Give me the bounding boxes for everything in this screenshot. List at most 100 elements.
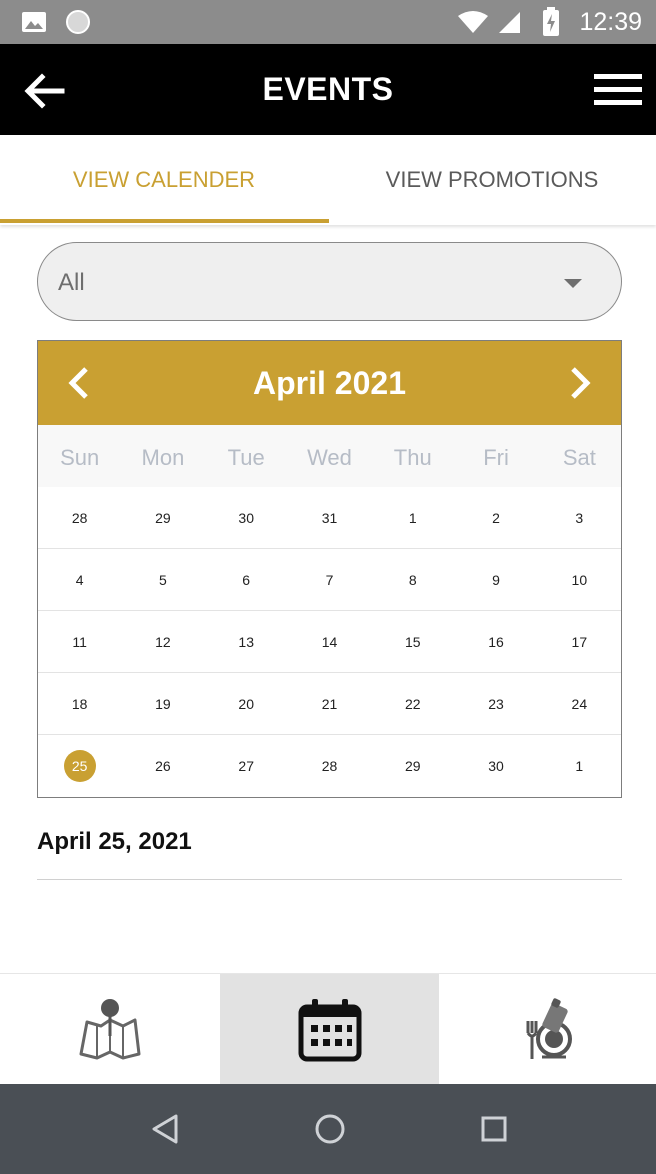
calendar-icon [298,998,361,1061]
calendar-day[interactable]: 18 [38,673,121,735]
calendar-week: 4 5 6 7 8 9 10 [38,549,621,611]
divider [37,879,622,880]
calendar-day[interactable]: 9 [454,549,537,611]
next-month-button[interactable] [565,365,595,401]
calendar-week: 28 29 30 31 1 2 3 [38,487,621,549]
tab-view-calendar[interactable]: VIEW CALENDER [0,135,328,225]
weekday-label: Thu [393,445,432,470]
day-number: 9 [492,572,500,588]
calendar-day[interactable]: 26 [121,735,204,797]
weekday-label: Wed [307,445,352,470]
calendar-day[interactable]: 14 [288,611,371,673]
weekday-label: Mon [141,445,185,470]
chevron-right-icon [571,367,591,399]
calendar-day[interactable]: 20 [205,673,288,735]
map-pin-icon [79,998,141,1059]
day-number: 23 [488,696,504,712]
calendar-day[interactable]: 28 [288,735,371,797]
weekday-label: Fri [483,445,509,470]
system-back-button[interactable] [145,1109,185,1149]
tab-view-promotions[interactable]: VIEW PROMOTIONS [328,135,656,225]
calendar-day[interactable]: 5 [121,549,204,611]
calendar-day-selected[interactable]: 25 [38,735,121,797]
system-home-button[interactable] [310,1109,350,1149]
menu-button[interactable] [594,72,642,108]
circle-notification-icon [64,0,92,44]
category-dropdown[interactable]: All [37,242,622,321]
calendar-day[interactable]: 15 [371,611,454,673]
bottom-navigation [0,973,656,1085]
calendar-day[interactable]: 16 [454,611,537,673]
calendar-day[interactable]: 3 [538,487,621,549]
calendar-day[interactable]: 19 [121,673,204,735]
calendar: April 2021 Sun Mon Tue Wed Thu Fri Sat 2… [37,340,622,798]
day-number: 30 [488,758,504,774]
day-number: 31 [321,510,338,526]
calendar-day[interactable]: 30 [454,735,537,797]
nav-map-button[interactable] [0,974,220,1085]
day-number: 15 [404,634,421,650]
calendar-day[interactable]: 11 [38,611,121,673]
calendar-day[interactable]: 27 [205,735,288,797]
day-number: 28 [71,510,88,526]
day-number: 29 [155,510,171,526]
calendar-month-title: April 2021 [253,365,406,401]
back-triangle-icon [152,1114,178,1144]
day-number: 6 [242,572,251,588]
day-number: 4 [75,572,84,588]
calendar-header: April 2021 [38,341,621,425]
calendar-day[interactable]: 1 [371,487,454,549]
day-number: 24 [571,696,588,712]
day-number: 13 [238,634,254,650]
weekday-label: Sat [562,445,596,470]
calendar-day[interactable]: 10 [538,549,621,611]
dining-icon [526,997,572,1059]
nav-dining-button[interactable] [439,974,656,1085]
tab-bar: VIEW CALENDER VIEW PROMOTIONS [0,135,656,225]
app-bar: EVENTS [0,44,656,135]
calendar-day[interactable]: 22 [371,673,454,735]
calendar-day[interactable]: 2 [454,487,537,549]
nav-calendar-button[interactable] [220,974,439,1085]
home-circle-icon [315,1114,345,1144]
signal-icon [496,0,522,44]
battery-charging-icon [540,0,562,44]
wifi-icon [456,0,490,44]
day-number: 3 [575,510,584,526]
day-number: 17 [571,634,588,650]
calendar-day[interactable]: 23 [454,673,537,735]
day-number: 20 [238,696,254,712]
day-number: 30 [238,510,254,526]
calendar-day[interactable]: 12 [121,611,204,673]
calendar-day[interactable]: 21 [288,673,371,735]
calendar-day[interactable]: 30 [205,487,288,549]
calendar-day[interactable]: 6 [205,549,288,611]
calendar-day[interactable]: 13 [205,611,288,673]
day-number: 5 [159,572,167,588]
status-time: 12:39 [579,8,642,36]
weekday-header: Sun Mon Tue Wed Thu Fri Sat [38,425,621,487]
day-number: 2 [492,510,500,526]
calendar-day[interactable]: 1 [538,735,621,797]
calendar-day[interactable]: 28 [38,487,121,549]
weekday-label: Tue [227,445,265,470]
calendar-day[interactable]: 8 [371,549,454,611]
calendar-day[interactable]: 7 [288,549,371,611]
selected-date-heading: April 25, 2021 [37,828,192,855]
day-number: 12 [155,634,171,650]
calendar-day[interactable]: 29 [371,735,454,797]
status-bar: 12:39 [0,0,656,44]
day-number: 10 [571,572,588,588]
calendar-day[interactable]: 24 [538,673,621,735]
active-tab-indicator [0,219,329,223]
page-title: EVENTS [262,71,394,107]
calendar-day[interactable]: 4 [38,549,121,611]
calendar-day[interactable]: 31 [288,487,371,549]
calendar-week: 11 12 13 14 15 16 17 [38,611,621,673]
system-recents-button[interactable] [474,1109,514,1149]
calendar-day[interactable]: 17 [538,611,621,673]
day-number: 8 [408,572,417,588]
hamburger-menu-icon [594,74,642,105]
recents-square-icon [481,1116,507,1142]
calendar-day[interactable]: 29 [121,487,204,549]
